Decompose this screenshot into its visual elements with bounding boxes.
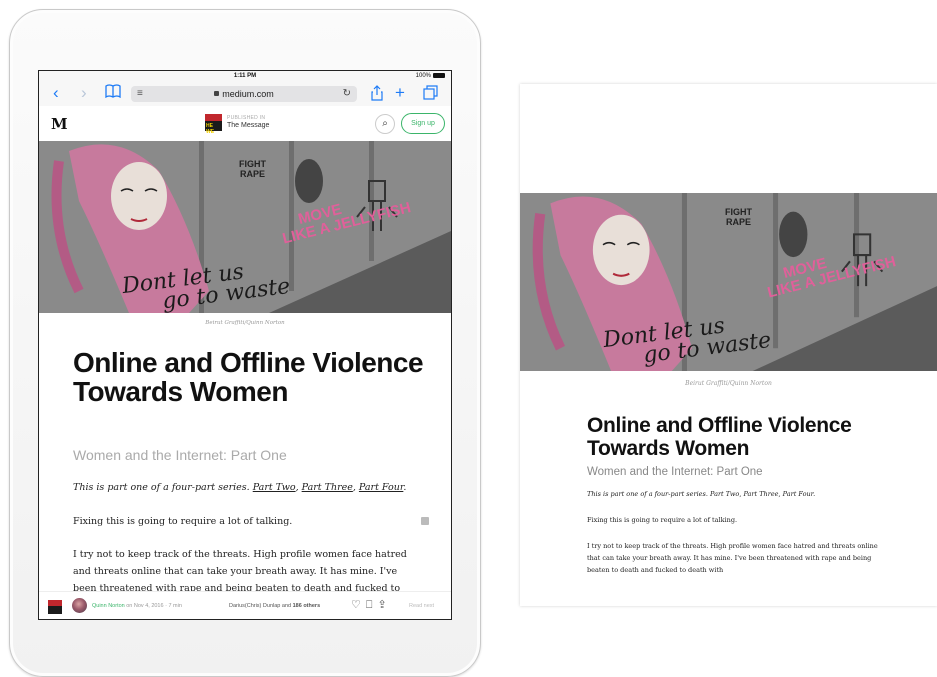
share-icon-small[interactable]: ⇪ bbox=[377, 599, 391, 611]
comment-icon[interactable] bbox=[421, 517, 429, 525]
status-bar: 1:11 PM 100% bbox=[39, 71, 451, 82]
print-series-intro: This is part one of a four-part series. … bbox=[587, 490, 816, 498]
bookmarks-icon[interactable] bbox=[105, 84, 121, 103]
link-part-four[interactable]: Part Four bbox=[359, 482, 403, 493]
print-hero-caption: Beirut Graffiti/Quinn Norton bbox=[685, 380, 772, 387]
print-paragraph-1: Fixing this is going to require a lot of… bbox=[587, 516, 738, 524]
address-bar[interactable]: ≡ medium.com ↻ bbox=[131, 86, 357, 102]
medium-header: M HE WE PUBLISHED IN The Message ⌕ Sign … bbox=[39, 106, 451, 141]
recommenders: Darius(Chris) Dunlap and 186 others bbox=[229, 603, 321, 609]
back-icon[interactable]: ‹ bbox=[53, 84, 59, 102]
print-hero-image: Dont let us go to waste FIGHT RAPE MOVE LIK… bbox=[520, 193, 937, 371]
battery-indicator: 100% bbox=[416, 73, 445, 79]
safari-toolbar: ‹ › ≡ medium.com ↻ + bbox=[39, 82, 451, 107]
paragraph-2: I try not to keep track of the threats. … bbox=[73, 549, 407, 594]
signup-button[interactable]: Sign up bbox=[401, 113, 445, 134]
article-title: Online and Offline Violence Towards Wome… bbox=[73, 347, 424, 407]
search-icon: ⌕ bbox=[382, 118, 388, 129]
bookmark-icon[interactable]: ⎕ bbox=[366, 599, 378, 611]
status-time: 1:11 PM bbox=[233, 73, 257, 79]
read-next-link[interactable]: Read next bbox=[409, 603, 434, 609]
published-in-label: PUBLISHED IN bbox=[227, 115, 266, 121]
article-footer-bar: Quinn Norton on Nov 4, 2016 · 7 min Dari… bbox=[39, 591, 451, 619]
print-paragraph-2: I try not to keep track of the threats. … bbox=[587, 542, 878, 574]
paragraph-1: Fixing this is going to require a lot of… bbox=[73, 516, 293, 527]
share-icon[interactable] bbox=[371, 85, 383, 105]
tabs-icon[interactable] bbox=[423, 85, 438, 104]
print-article-title: Online and Offline Violence Towards Wome… bbox=[587, 414, 852, 460]
medium-logo[interactable]: M bbox=[51, 115, 68, 133]
author-name[interactable]: Quinn Norton bbox=[92, 603, 125, 609]
forward-icon[interactable]: › bbox=[81, 84, 87, 102]
hero-caption: Beirut Graffiti/Quinn Norton bbox=[205, 320, 285, 326]
url-text: medium.com bbox=[222, 89, 274, 99]
lock-icon bbox=[214, 91, 220, 97]
series-intro: This is part one of a four-part series. … bbox=[73, 482, 407, 493]
link-part-two[interactable]: Part Two bbox=[253, 482, 296, 493]
publication-logo[interactable]: HE WE bbox=[205, 114, 222, 135]
publication-logo-small[interactable] bbox=[48, 600, 62, 614]
print-article-subtitle: Women and the Internet: Part One bbox=[587, 466, 763, 478]
action-icons: ♡⎕⇪ bbox=[351, 598, 392, 612]
print-graffiti-fight-rape: FIGHT RAPE bbox=[725, 207, 752, 227]
reload-icon[interactable]: ↻ bbox=[343, 86, 351, 102]
battery-percent: 100% bbox=[415, 73, 431, 80]
link-part-three[interactable]: Part Three bbox=[302, 482, 353, 493]
graffiti-fight-rape: FIGHT RAPE bbox=[239, 159, 266, 179]
hero-image: Dont let us go to waste FIGHT RAPE MOVE LIK… bbox=[39, 141, 451, 313]
new-tab-icon[interactable]: + bbox=[395, 84, 405, 102]
battery-icon bbox=[433, 73, 445, 78]
avatar[interactable] bbox=[72, 598, 87, 613]
ipad-screen: 1:11 PM 100% ‹ › ≡ medium.com ↻ + M HE W… bbox=[38, 70, 452, 620]
publication-name[interactable]: The Message bbox=[227, 122, 269, 129]
article-subtitle: Women and the Internet: Part One bbox=[73, 447, 287, 463]
search-button[interactable]: ⌕ bbox=[375, 114, 395, 134]
reader-mode-icon[interactable]: ≡ bbox=[137, 86, 143, 102]
heart-icon[interactable]: ♡ bbox=[351, 599, 366, 611]
author-meta: Quinn Norton on Nov 4, 2016 · 7 min bbox=[92, 603, 182, 609]
